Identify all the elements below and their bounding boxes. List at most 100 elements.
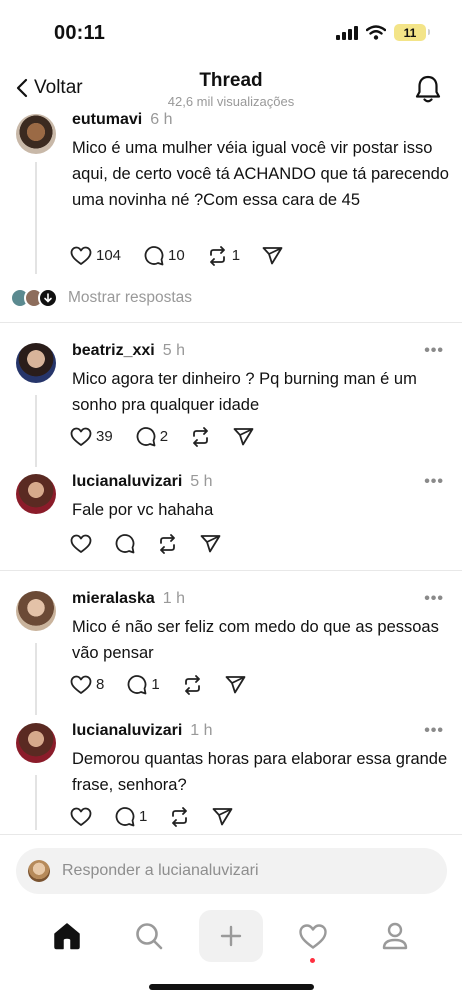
- post-actions: 104 10 1: [70, 245, 305, 266]
- comment-icon: [144, 246, 164, 266]
- tab-home[interactable]: [35, 910, 99, 962]
- like-button[interactable]: 8: [70, 675, 104, 695]
- notification-dot: [310, 958, 315, 963]
- thread-line: [35, 775, 37, 830]
- avatar[interactable]: [16, 474, 56, 514]
- reply-button[interactable]: 1: [126, 674, 160, 695]
- reply-placeholder: Responder a lucianaluvizari: [62, 862, 259, 879]
- share-icon: [225, 675, 246, 693]
- reply-count: 1: [151, 676, 160, 693]
- avatar: [28, 860, 50, 882]
- like-button[interactable]: [70, 807, 92, 827]
- post-actions: 8 1: [70, 674, 268, 695]
- status-icons: 11: [336, 24, 430, 41]
- reply-button[interactable]: 1: [114, 806, 147, 827]
- divider: [0, 834, 462, 835]
- like-count: 104: [96, 247, 122, 264]
- post-author[interactable]: lucianaluvizari 5 h: [72, 473, 213, 491]
- bell-icon: [415, 75, 441, 103]
- tab-search[interactable]: [117, 910, 181, 962]
- view-count: 42,6 mil visualizações: [167, 94, 295, 109]
- thread-line: [35, 162, 37, 274]
- reply-button[interactable]: [114, 533, 135, 554]
- more-options-button[interactable]: •••: [424, 722, 444, 740]
- post-author[interactable]: eutumavi 6 h: [72, 111, 173, 129]
- share-button[interactable]: [262, 246, 283, 266]
- reply-input[interactable]: Responder a lucianaluvizari: [16, 848, 447, 894]
- repost-icon: [184, 674, 200, 695]
- post-time: 6 h: [150, 111, 173, 128]
- tab-activity[interactable]: [281, 910, 345, 963]
- thread-feed[interactable]: eutumavi 6 h Mico é uma mulher véia igual…: [0, 108, 462, 830]
- more-options-button[interactable]: •••: [424, 473, 444, 491]
- wifi-icon: [366, 25, 386, 40]
- tab-bar: [0, 904, 462, 968]
- share-icon: [212, 807, 233, 825]
- repost-icon: [209, 245, 225, 266]
- like-count: 39: [96, 428, 113, 445]
- home-indicator: [149, 984, 314, 990]
- heart-icon: [70, 807, 92, 826]
- like-button[interactable]: [70, 534, 92, 554]
- post-author[interactable]: mieralaska 1 h: [72, 590, 185, 608]
- tab-profile[interactable]: [363, 910, 427, 962]
- reply-button[interactable]: 2: [135, 426, 168, 447]
- heart-icon: [299, 923, 327, 949]
- notifications-button[interactable]: [414, 74, 442, 109]
- thread-line: [35, 643, 37, 715]
- post-author[interactable]: lucianaluvizari 1 h: [72, 722, 213, 740]
- battery-level: 11: [403, 25, 417, 40]
- like-button[interactable]: 39: [70, 427, 113, 447]
- reply-count: 10: [168, 247, 185, 264]
- profile-icon: [382, 922, 408, 950]
- repost-icon: [172, 806, 188, 827]
- more-options-button[interactable]: •••: [424, 590, 444, 608]
- username[interactable]: beatriz_xxi: [72, 342, 155, 359]
- avatar[interactable]: [16, 591, 56, 631]
- username[interactable]: lucianaluvizari: [72, 473, 182, 490]
- post-actions: [70, 533, 243, 554]
- comment-icon: [127, 675, 147, 695]
- share-icon: [262, 246, 283, 264]
- share-button[interactable]: [200, 534, 221, 554]
- show-replies-label: Mostrar respostas: [68, 289, 193, 306]
- share-icon: [200, 534, 221, 552]
- cellular-signal-icon: [336, 25, 358, 40]
- post-author[interactable]: beatriz_xxi 5 h: [72, 342, 185, 360]
- repost-button[interactable]: [157, 533, 178, 554]
- reply-count: 1: [139, 808, 148, 825]
- divider: [0, 570, 462, 571]
- post-text: Fale por vc hahaha: [72, 501, 214, 519]
- home-icon: [54, 923, 80, 950]
- avatar[interactable]: [16, 114, 56, 154]
- share-button[interactable]: [225, 675, 246, 695]
- show-replies-button[interactable]: Mostrar respostas: [10, 288, 192, 308]
- repost-button[interactable]: [190, 426, 211, 447]
- more-options-button[interactable]: •••: [424, 342, 444, 360]
- repost-icon: [160, 533, 175, 554]
- divider: [0, 322, 462, 323]
- comment-icon: [136, 427, 156, 447]
- repost-button[interactable]: [169, 806, 190, 827]
- share-button[interactable]: [233, 427, 254, 447]
- username[interactable]: mieralaska: [72, 590, 155, 607]
- heart-icon: [70, 534, 92, 553]
- post-actions: 1: [70, 806, 255, 827]
- username[interactable]: eutumavi: [72, 111, 142, 128]
- status-time: 00:11: [54, 22, 106, 44]
- repost-icon: [193, 426, 208, 447]
- avatar[interactable]: [16, 343, 56, 383]
- repost-button[interactable]: 1: [207, 245, 240, 266]
- post-time: 5 h: [190, 473, 213, 490]
- tab-new-post[interactable]: [199, 910, 263, 962]
- avatar[interactable]: [16, 723, 56, 763]
- arrow-down-icon: [38, 288, 58, 308]
- reply-button[interactable]: 10: [143, 245, 185, 266]
- username[interactable]: lucianaluvizari: [72, 722, 182, 739]
- share-button[interactable]: [212, 807, 233, 827]
- search-icon: [136, 923, 163, 950]
- like-button[interactable]: 104: [70, 246, 121, 266]
- repost-button[interactable]: [182, 674, 203, 695]
- comment-icon: [115, 807, 135, 827]
- post-text: Demorou quantas horas para elaborar essa…: [72, 750, 448, 794]
